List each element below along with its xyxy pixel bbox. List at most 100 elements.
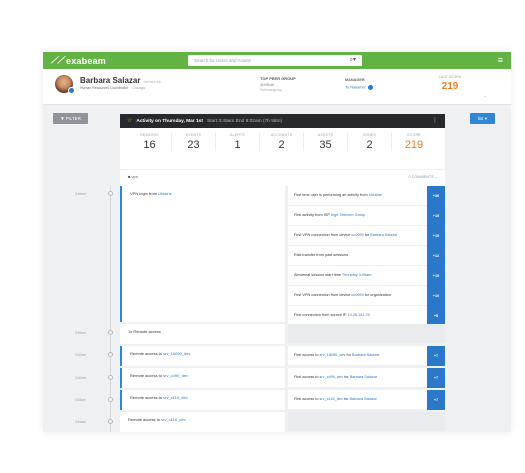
filter-button[interactable]: ▼ FILTER — [53, 113, 88, 124]
reason-link[interactable]: Ukraine — [369, 193, 382, 197]
session-times: Start 3:49am End 9:02am (7h 58m) — [206, 119, 283, 124]
peer-group-sub: Schema/group — [260, 88, 283, 92]
view-toggle-button[interactable]: list ▾ — [470, 113, 495, 124]
timeline-time: 3:52am — [75, 376, 86, 380]
score-badge: +7 — [427, 346, 445, 366]
reason-row[interactable]: First VPN connection from device cc0099 … — [288, 286, 445, 306]
peer-group[interactable]: TOP PEER GROUP @HRole Schema/group — [260, 76, 296, 92]
manager-link[interactable]: Tu Nakamet — [345, 85, 373, 90]
stat-score: SCORE 219 — [392, 133, 436, 151]
event-link[interactable]: srv_c490_dev — [163, 373, 188, 378]
event-link[interactable]: srv_c116_dev — [161, 417, 186, 422]
stat-label: SCORE — [407, 133, 421, 137]
app-window: ⟋⟋ exabeam Search for Users and Assets ⌕… — [43, 52, 511, 432]
score-badge: +15 — [427, 206, 445, 226]
event-text: VPN login from — [130, 191, 159, 196]
stat-accounts: ACCOUNTS 2 — [260, 133, 304, 151]
timeline-dot — [108, 352, 113, 357]
score-badge: +5 — [427, 306, 445, 326]
more-options-icon[interactable]: ⋮ — [432, 114, 438, 128]
event-group-label[interactable]: 1x Remote access — [128, 329, 161, 334]
search-placeholder: Search for Users and Assets — [194, 58, 252, 63]
event-link[interactable]: Ukraine — [158, 191, 172, 196]
reason-user-link[interactable]: Barbara Salazar — [349, 397, 376, 401]
reason-user-link[interactable]: Barbara Salazar — [370, 233, 397, 237]
reason-row[interactable]: First activity from ISP Ihgrt Telecom Gr… — [288, 206, 445, 226]
event-remote-access[interactable]: Remote access to srv_c490_dev — [120, 368, 285, 388]
user-title: Human Resources Coordinator — [80, 86, 129, 90]
event-remote-access[interactable]: Remote access to srv_c116_dev — [120, 412, 285, 432]
logo-text: exabeam — [66, 55, 106, 66]
search-input[interactable]: Search for Users and Assets ⌕▾ — [188, 55, 362, 66]
timeline-axis — [110, 186, 111, 432]
reason-row[interactable]: First time user is performing an activit… — [288, 186, 445, 206]
session-card: ☆ Activity on Thursday, Mar 1st Start 3:49… — [120, 114, 445, 186]
reason-user-link[interactable]: Barbara Salazar — [352, 353, 379, 357]
score-badge: +15 — [427, 226, 445, 246]
user-name: Barbara Salazar barbara.sal — [80, 76, 161, 85]
event-link[interactable]: srv_c116_dev — [163, 395, 188, 400]
search-icon[interactable]: ⌕▾ — [350, 55, 356, 66]
stat-label: ZONES — [362, 133, 377, 137]
reason-link[interactable]: Thursday 3:49am — [342, 273, 372, 277]
stat-label: ALERTS — [230, 133, 245, 137]
session-header: ☆ Activity on Thursday, Mar 1st Start 3:49… — [120, 114, 445, 128]
event-remote-access[interactable]: Remote access to srv_16090_dev — [120, 346, 285, 366]
reason-text: First access to — [294, 375, 320, 379]
session-title: Activity on Thursday, Mar 1st — [136, 119, 203, 124]
reason-row[interactable]: First connection from source IP 10.26.16… — [288, 306, 445, 326]
event-text: Remote access to — [130, 395, 164, 400]
reason-row[interactable]: First access to srv_c490_dev for Barbara… — [288, 368, 445, 388]
reason-user-link[interactable]: Barbara Salazar — [350, 375, 377, 379]
timeline-time: 3:54am — [75, 420, 86, 424]
reason-text: First access to — [294, 397, 320, 401]
reason-row[interactable]: Risk transfer from past sessions — [288, 246, 445, 266]
chevron-down-icon[interactable]: ⌄ — [483, 93, 487, 99]
stat-value: 219 — [404, 139, 424, 151]
manager: MANAGER Tu Nakamet — [345, 78, 373, 90]
user-location: Chicago — [132, 86, 146, 90]
manager-name[interactable]: Tu Nakamet — [345, 86, 366, 90]
reason-text: First VPN connection from device — [294, 233, 352, 237]
reason-row[interactable]: First access to srv_16090_dev for Barbar… — [288, 346, 445, 366]
peer-group-value[interactable]: @HRole — [260, 83, 296, 87]
reason-text: Risk transfer from past sessions — [294, 253, 349, 257]
event-remote-access[interactable]: 1x Remote access — [120, 324, 285, 344]
timeline-dot — [108, 191, 113, 196]
logo-mark-icon: ⟋⟋ — [51, 55, 65, 65]
user-header: Barbara Salazar barbara.sal Human Resourc… — [43, 69, 511, 105]
stat-value: 35 — [319, 139, 332, 151]
stat-label: REASONS — [140, 133, 159, 137]
event-link[interactable]: srv_16090_dev — [163, 351, 190, 356]
stat-zones: ZONES 2 — [348, 133, 392, 151]
reason-link[interactable]: srv_c490_dev — [320, 375, 344, 379]
reason-row[interactable]: Abnormal session start time Thursday 3:4… — [288, 266, 445, 286]
reason-link[interactable]: 10.26.161.23 — [348, 313, 370, 317]
reason-text: First time user is performing an activit… — [294, 193, 369, 197]
stat-value: 23 — [187, 139, 200, 151]
reason-row[interactable]: First VPN connection from device cc0099 … — [288, 226, 445, 246]
timeline-dot — [108, 330, 113, 335]
comments-toggle[interactable]: 0 COMMENTS ⌄ — [408, 174, 438, 179]
star-icon[interactable]: ☆ — [127, 118, 132, 124]
reason-row-empty — [288, 412, 445, 432]
user-username: barbara.sal — [143, 80, 161, 84]
reason-text: First access to — [294, 353, 320, 357]
reason-link[interactable]: cc0099 — [351, 233, 363, 237]
score-badge: +7 — [427, 390, 445, 410]
timeline-time: 3:52am — [75, 353, 86, 357]
session-stats: REASONS 16 EVENTS 23 ALERTS 1 ACCOUNTS 2 ASS… — [120, 128, 445, 151]
reason-row-empty — [288, 324, 445, 344]
hamburger-menu-icon[interactable]: ≡ — [498, 55, 503, 65]
reason-row[interactable]: First access to srv_c116_dev for Barbara… — [288, 390, 445, 410]
reason-link[interactable]: Ihgrt Telecom Group — [331, 213, 365, 217]
reason-text: for organization — [363, 293, 391, 297]
event-remote-access[interactable]: Remote access to srv_c116_dev — [120, 390, 285, 410]
exabeam-logo[interactable]: ⟋⟋ exabeam — [51, 55, 106, 66]
watchlist-badge-icon — [68, 87, 75, 94]
event-vpn-login[interactable]: VPN login from Ukraine — [120, 186, 285, 322]
reason-link[interactable]: cc0099 — [351, 293, 363, 297]
reason-link[interactable]: srv_c116_dev — [320, 397, 343, 401]
reason-link[interactable]: srv_16090_dev — [320, 353, 346, 357]
timeline-time: 3:49am — [75, 192, 86, 196]
